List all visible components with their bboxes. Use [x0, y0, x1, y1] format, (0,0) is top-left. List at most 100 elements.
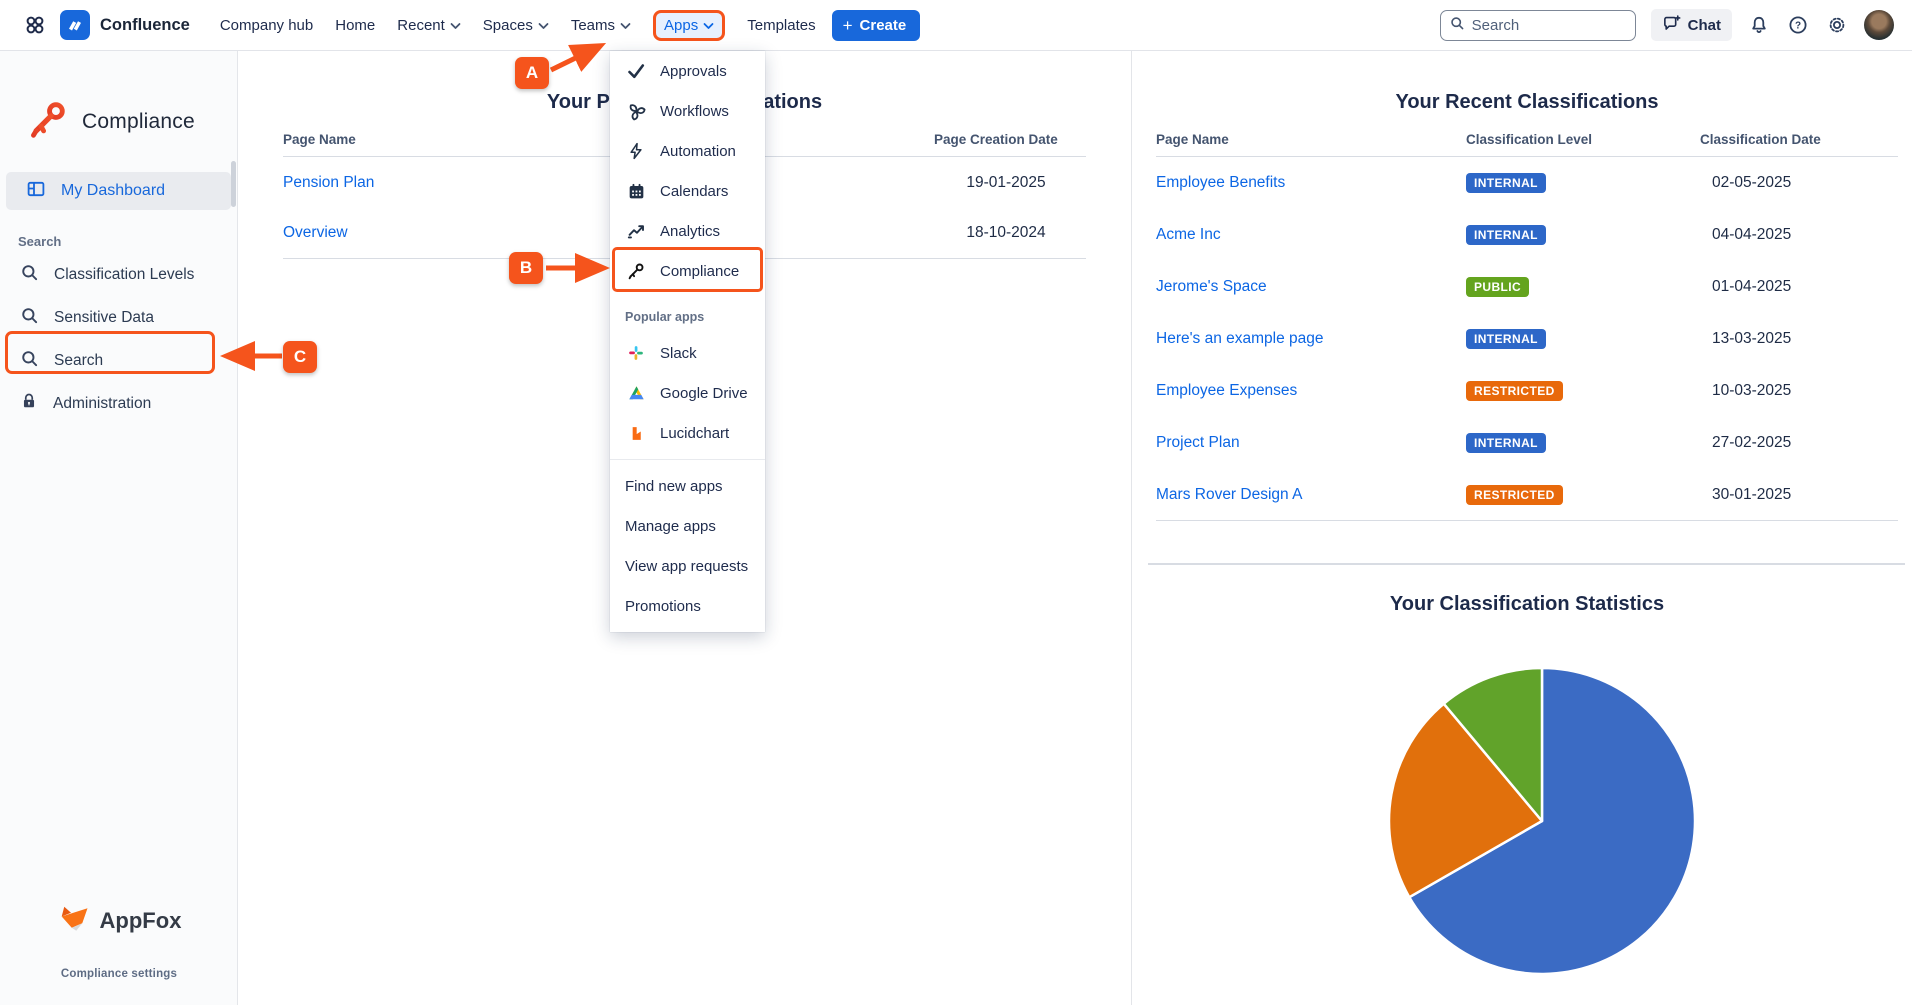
appfox-brand-label: AppFox — [99, 907, 182, 933]
table-row: Jerome's Space PUBLIC 01-04-2025 — [1156, 261, 1898, 313]
notifications-bell-icon[interactable] — [1747, 13, 1771, 37]
user-avatar[interactable] — [1864, 10, 1894, 40]
nav-item-label: Teams — [570, 16, 616, 34]
apps-menu-item-analytics[interactable]: Analytics — [610, 211, 765, 251]
sidebar-item-administration[interactable]: Administration — [0, 382, 237, 425]
chat-icon — [1662, 14, 1681, 37]
page-link[interactable]: Employee Expenses — [1156, 382, 1466, 400]
panel-divider — [1131, 51, 1132, 1005]
compliance-settings-label[interactable]: Compliance settings — [0, 968, 238, 980]
apps-menu-item-find-new-apps[interactable]: Find new apps — [610, 466, 765, 506]
nav-item-recent[interactable]: Recent — [397, 17, 461, 34]
page-link[interactable]: Pension Plan — [283, 174, 926, 192]
compliance-logo-label: Compliance — [82, 109, 195, 133]
classification-level-cell: RESTRICTED — [1466, 381, 1700, 401]
chevron-down-icon — [538, 22, 549, 30]
apps-menu-item-google-drive[interactable]: Google Drive — [610, 373, 765, 413]
column-header: Classification Level — [1466, 132, 1593, 147]
appfox-logo-icon — [57, 903, 91, 938]
apps-menu-item-manage-apps[interactable]: Manage apps — [610, 506, 765, 546]
search-icon — [20, 306, 39, 330]
classification-level-cell: INTERNAL — [1466, 433, 1700, 453]
apps-menu-item-compliance[interactable]: Compliance — [610, 251, 765, 291]
sidebar-item-label: Sensitive Data — [54, 308, 154, 326]
classification-statistics-title: Your Classification Statistics — [1389, 593, 1665, 615]
column-header: Page Name — [283, 132, 356, 147]
classification-level-cell: INTERNAL — [1466, 329, 1700, 349]
sidebar-item-classification-levels[interactable]: Classification Levels — [0, 253, 237, 296]
search-input[interactable] — [1471, 16, 1612, 34]
menu-item-label: Approvals — [660, 62, 727, 80]
sidebar-item-search[interactable]: Search — [0, 339, 237, 382]
popular-apps-label: Popular apps — [625, 310, 705, 324]
sidebar-item-label: Administration — [53, 394, 152, 412]
classification-date: 04-04-2025 — [1712, 226, 1792, 243]
confluence-logo-icon[interactable] — [60, 10, 90, 40]
apps-menu-item-slack[interactable]: Slack — [610, 333, 765, 373]
menu-item-label: Analytics — [660, 222, 721, 240]
settings-gear-icon[interactable] — [1825, 13, 1849, 37]
menu-item-label: Google Drive — [660, 384, 748, 402]
classification-level-cell: INTERNAL — [1466, 173, 1700, 193]
menu-item-label: Manage apps — [625, 517, 716, 535]
nav-item-teams[interactable]: Teams — [571, 17, 631, 34]
classification-badge: RESTRICTED — [1466, 484, 1563, 505]
app-switcher-icon[interactable] — [24, 14, 46, 36]
page-link[interactable]: Overview — [283, 224, 926, 242]
page-link[interactable]: Employee Benefits — [1156, 174, 1466, 192]
chat-button[interactable]: Chat — [1650, 9, 1732, 41]
page-link[interactable]: Mars Rover Design A — [1156, 486, 1466, 504]
help-icon[interactable]: ? — [1786, 13, 1810, 37]
table-row: Acme Inc INTERNAL 04-04-2025 — [1156, 209, 1898, 261]
search-icon — [20, 349, 39, 373]
menu-item-label: Lucidchart — [660, 424, 730, 442]
column-header: Classification Date — [1700, 132, 1821, 147]
sidebar-scrollbar[interactable] — [231, 161, 236, 207]
sidebar-item-label: Search — [54, 351, 104, 369]
create-button[interactable]: + Create — [831, 9, 921, 41]
apps-menu-item-view-app-requests[interactable]: View app requests — [610, 546, 765, 586]
page-link[interactable]: Here's an example page — [1156, 330, 1466, 348]
classification-date: 27-02-2025 — [1712, 434, 1792, 451]
nav-item-label: Recent — [397, 16, 445, 34]
classification-badge: PUBLIC — [1466, 277, 1530, 297]
annotation-badge-a: A — [515, 57, 549, 89]
classification-statistics-pie-chart — [1387, 666, 1697, 975]
navbar-right: Chat ? — [1439, 9, 1912, 41]
annotation-badge-b: B — [509, 252, 543, 284]
classification-date: 30-01-2025 — [1712, 485, 1792, 503]
workflows-icon — [625, 100, 647, 122]
global-search[interactable] — [1439, 9, 1636, 41]
search-icon — [20, 263, 39, 287]
menu-item-label: Promotions — [625, 597, 701, 615]
page-creation-date: 19-01-2025 — [966, 173, 1046, 191]
nav-item-spaces[interactable]: Spaces — [483, 17, 549, 34]
sidebar-section-search: Search — [18, 234, 62, 249]
page-link[interactable]: Project Plan — [1156, 434, 1466, 452]
nav-item-company-hub[interactable]: Company hub — [220, 17, 313, 34]
nav-item-home[interactable]: Home — [335, 17, 375, 34]
nav-item-apps[interactable]: Apps — [653, 9, 726, 41]
apps-menu-item-promotions[interactable]: Promotions — [610, 586, 765, 626]
key-icon — [26, 97, 70, 146]
svg-text:?: ? — [1795, 21, 1801, 32]
product-name: Confluence — [100, 15, 190, 34]
menu-item-label: Automation — [660, 142, 736, 160]
page-link[interactable]: Acme Inc — [1156, 226, 1466, 244]
apps-menu-item-workflows[interactable]: Workflows — [610, 91, 765, 131]
sidebar-item-label: My Dashboard — [61, 182, 166, 199]
apps-menu-item-approvals[interactable]: Approvals — [610, 51, 765, 91]
calendars-icon — [625, 180, 647, 202]
recent-classifications-table: Page Name Classification Level Classificat… — [1156, 132, 1898, 521]
apps-menu-item-lucidchart[interactable]: Lucidchart — [610, 413, 765, 453]
nav-item-templates[interactable]: Templates — [747, 17, 815, 34]
classification-level-cell: RESTRICTED — [1466, 484, 1700, 505]
table-header-row: Page Name Classification Level Classificat… — [1156, 132, 1898, 157]
apps-menu-item-automation[interactable]: Automation — [610, 131, 765, 171]
page-link[interactable]: Jerome's Space — [1156, 278, 1466, 296]
nav-item-label: Home — [335, 16, 376, 34]
sidebar-item-sensitive-data[interactable]: Sensitive Data — [0, 296, 237, 339]
table-row: Here's an example page INTERNAL 13-03-2025 — [1156, 313, 1898, 365]
apps-menu-item-calendars[interactable]: Calendars — [610, 171, 765, 211]
sidebar-item-my-dashboard[interactable]: My Dashboard — [6, 172, 231, 210]
